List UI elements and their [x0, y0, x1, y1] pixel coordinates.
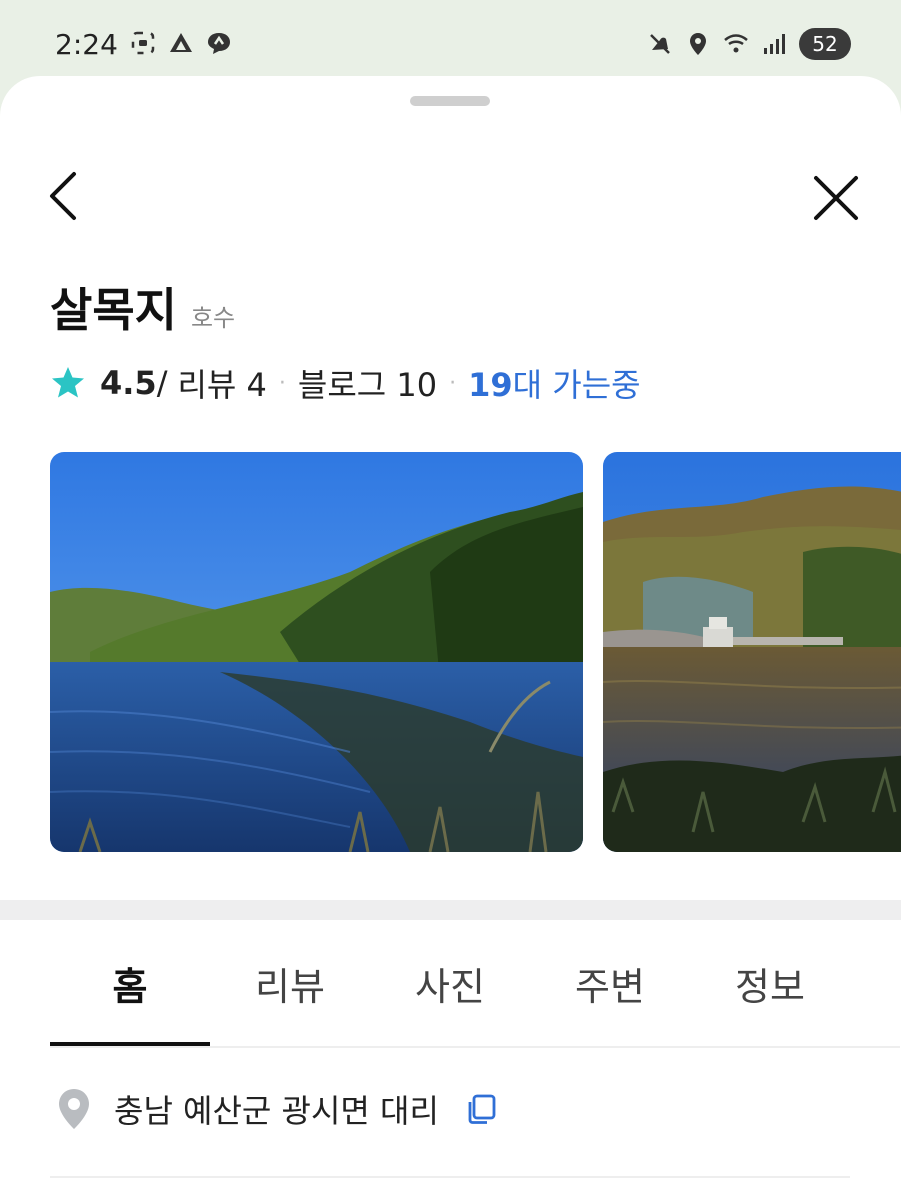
place-name: 살목지: [50, 283, 177, 337]
reviews-link[interactable]: 리뷰 4: [177, 360, 266, 406]
tab-reviews[interactable]: 리뷰: [210, 920, 370, 1046]
location-pin-icon: [59, 1089, 89, 1129]
status-bar: 2:24 52: [0, 0, 901, 80]
tab-bar: 홈 리뷰 사진 주변 정보: [50, 920, 850, 1046]
screenshot-icon: [131, 31, 155, 55]
separator-dot: ·: [449, 370, 457, 396]
place-category: 호수: [190, 304, 236, 332]
app-icon: [170, 33, 192, 52]
back-button[interactable]: [40, 166, 90, 226]
address-row: 충남 예산군 광시면 대리: [56, 1086, 499, 1132]
wifi-icon: [724, 34, 748, 53]
tab-home[interactable]: 홈: [50, 920, 210, 1046]
copy-icon[interactable]: [465, 1092, 499, 1126]
lake-photo-2-image: [603, 452, 901, 852]
status-time: 2:24: [55, 28, 118, 61]
rating-score: 4.5: [100, 364, 157, 402]
section-divider: [0, 900, 901, 920]
star-icon: [52, 367, 84, 398]
title-row: 살목지 호수: [50, 274, 235, 340]
mute-icon: [650, 34, 670, 54]
tab-photos[interactable]: 사진: [370, 920, 530, 1046]
rating-row: 4.5 / 리뷰 4 · 블로그 10 · 19대 가는중: [50, 360, 641, 406]
rating-suffix: /: [156, 364, 168, 402]
going-count: 19: [468, 366, 513, 404]
going-status[interactable]: 19대 가는중: [468, 360, 640, 406]
close-button[interactable]: [808, 170, 864, 226]
address-text: 충남 예산군 광시면 대리: [114, 1092, 439, 1130]
lake-photo-1-image: [50, 452, 583, 852]
tab-nearby[interactable]: 주변: [530, 920, 690, 1046]
address-divider: [50, 1176, 850, 1178]
place-sheet: 살목지 호수 4.5 / 리뷰 4 · 블로그 10 · 19대 가는중 홈 리…: [0, 76, 901, 1200]
battery-indicator: 52: [799, 28, 851, 60]
blog-link[interactable]: 블로그 10: [298, 360, 437, 406]
chat-icon: [208, 33, 230, 54]
lake-photo-1[interactable]: [50, 452, 583, 852]
status-right-icons: 52: [647, 28, 851, 60]
going-text: 대 가는중: [512, 366, 641, 404]
location-icon: [690, 33, 706, 55]
lake-photo-2[interactable]: [603, 452, 901, 852]
status-left-icons: [130, 30, 232, 56]
signal-icon: [764, 34, 785, 54]
tabs-divider: [50, 1046, 900, 1048]
tab-info[interactable]: 정보: [690, 920, 850, 1046]
drag-handle[interactable]: [410, 96, 490, 106]
separator-dot: ·: [278, 370, 286, 396]
